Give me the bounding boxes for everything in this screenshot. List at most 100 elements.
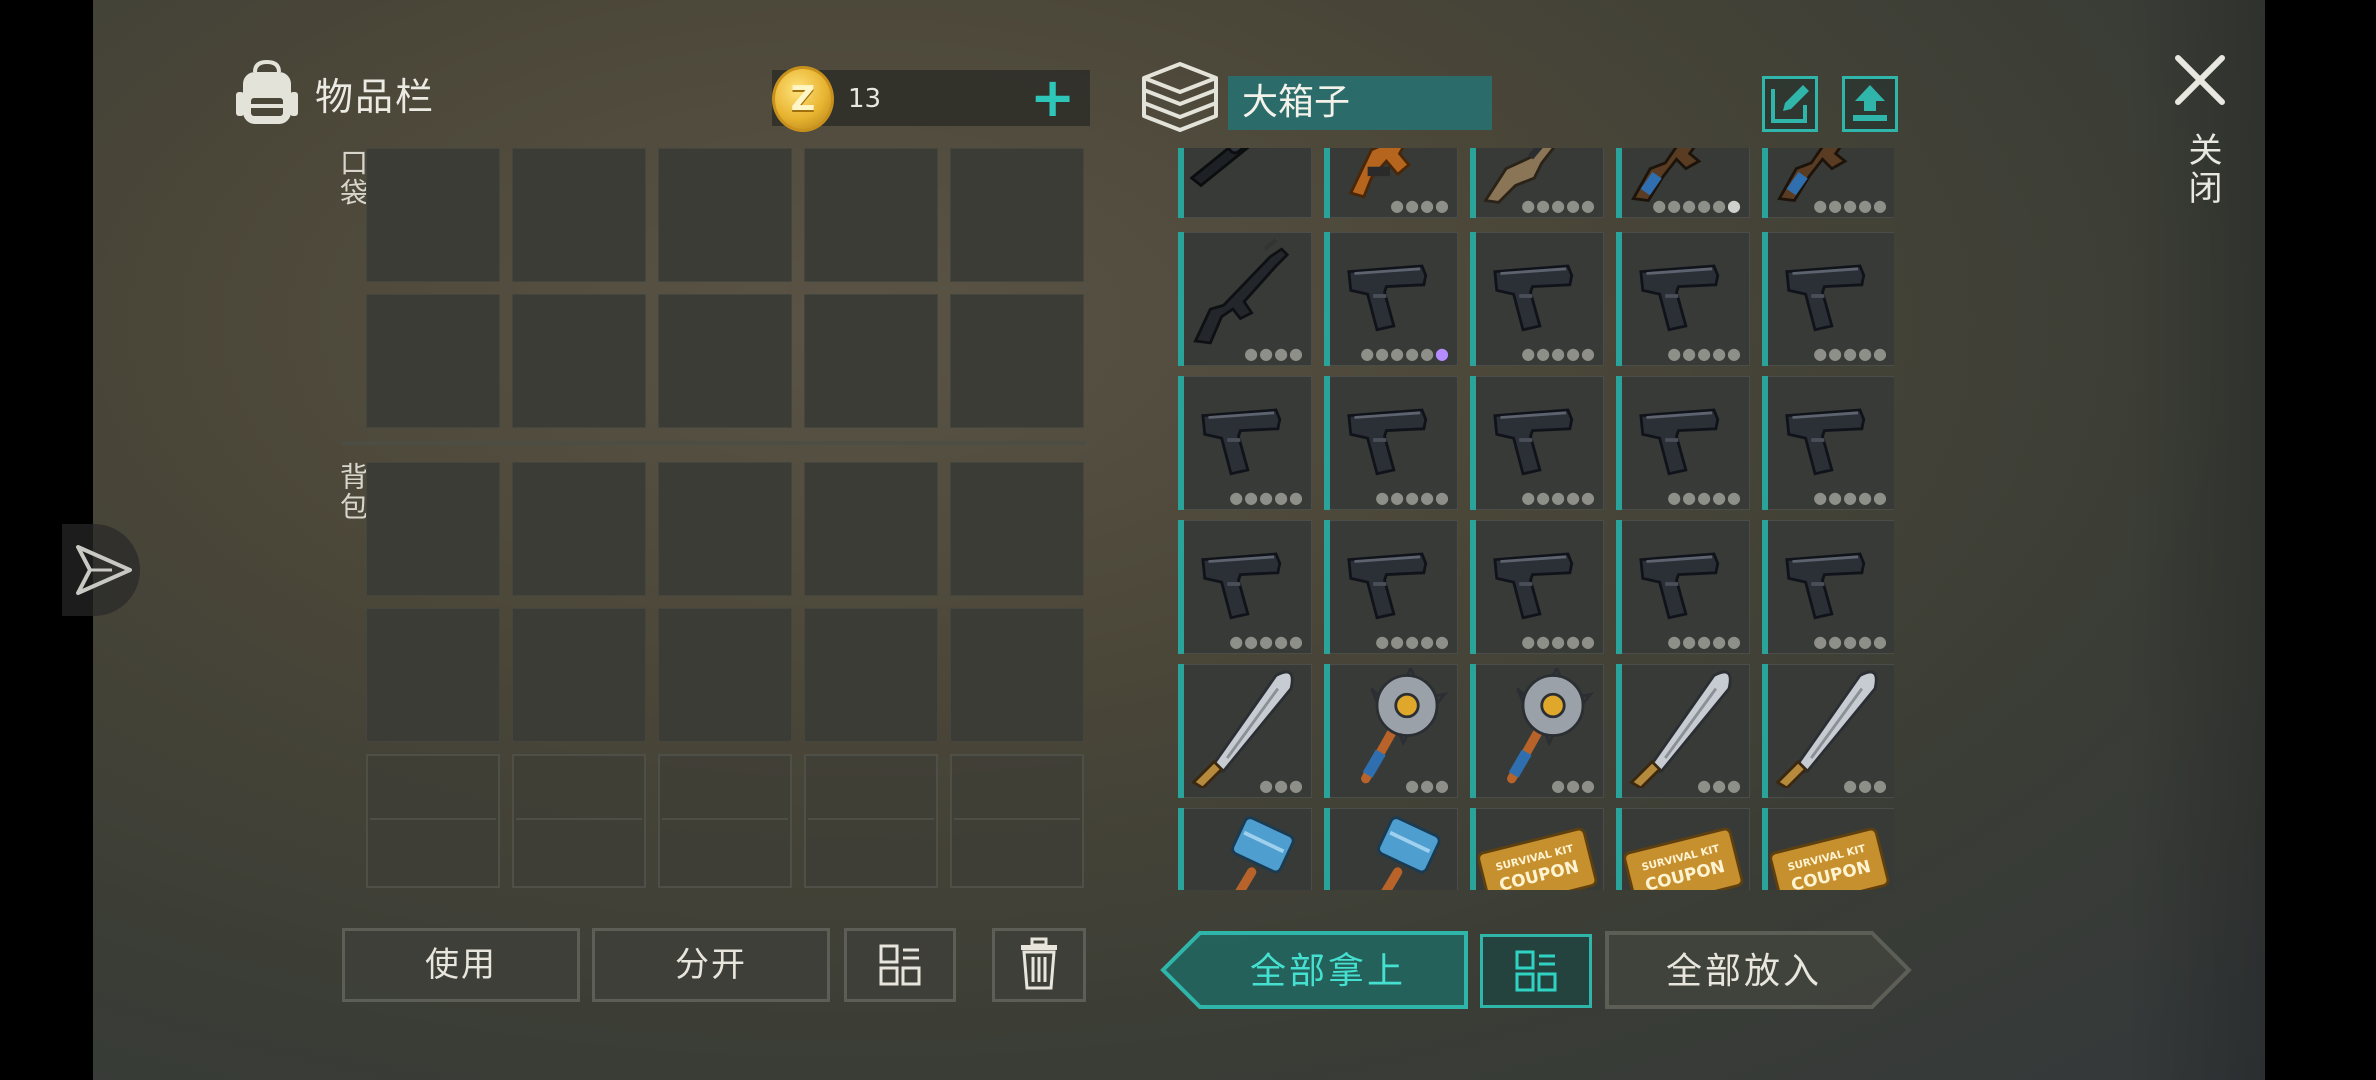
storage-slot[interactable]: ●●●●● xyxy=(1616,232,1750,366)
storage-slot[interactable]: ●●● xyxy=(1178,664,1312,798)
storage-slot[interactable]: ●●●● xyxy=(1178,232,1312,366)
storage-slot[interactable]: ●●●●● xyxy=(1470,376,1604,510)
grid-sort-icon xyxy=(879,944,921,986)
survival-kit-coupon-icon: SURVIVAL KITCOUPON xyxy=(1770,827,1890,890)
pocket-slot[interactable] xyxy=(804,294,938,428)
storage-slot[interactable] xyxy=(1178,808,1312,890)
locked-slot[interactable] xyxy=(804,754,938,888)
take-all-button[interactable]: 全部拿上 xyxy=(1160,930,1470,1010)
pocket-slot[interactable] xyxy=(658,294,792,428)
storage-slot[interactable]: ●●● xyxy=(1762,664,1894,798)
durability-dots: ●●●●● xyxy=(1813,632,1888,651)
pistol-icon xyxy=(1347,264,1428,332)
durability-dots: ●●● xyxy=(1405,776,1450,795)
pistol-icon xyxy=(1493,552,1574,620)
use-button[interactable]: 使用 xyxy=(342,928,580,1002)
storage-slot[interactable]: ●●●●●● xyxy=(1616,148,1750,218)
durability-dots: ●●● xyxy=(1697,776,1742,795)
locked-slot[interactable] xyxy=(950,754,1084,888)
storage-slot[interactable]: ●●●●● xyxy=(1324,376,1458,510)
send-icon xyxy=(76,545,132,595)
durability-dots: ●●●●● xyxy=(1521,196,1596,215)
storage-slot[interactable]: ●●●●● xyxy=(1178,376,1312,510)
share-button[interactable] xyxy=(62,524,140,616)
storage-slot[interactable] xyxy=(1324,808,1458,890)
pistol-icon xyxy=(1201,408,1282,476)
pocket-slot[interactable] xyxy=(950,294,1084,428)
storage-slot[interactable]: ●●● xyxy=(1616,664,1750,798)
storage-slot[interactable]: ●●●●● xyxy=(1616,520,1750,654)
trash-icon xyxy=(1021,937,1057,990)
pocket-slot[interactable] xyxy=(366,294,500,428)
locked-slot[interactable] xyxy=(658,754,792,888)
sawblade-mace-icon xyxy=(1507,668,1595,784)
durability-dots: ●●●●● xyxy=(1375,488,1450,507)
backpack-slot[interactable] xyxy=(950,608,1084,742)
sawblade-mace-icon xyxy=(1361,668,1449,784)
storage-slot[interactable]: ●●●●● xyxy=(1762,148,1894,218)
storage-slot[interactable]: ●●●●●● xyxy=(1324,232,1458,366)
storage-slot[interactable]: ●●●●● xyxy=(1762,520,1894,654)
close-label[interactable]: 关闭 xyxy=(2178,132,2227,208)
storage-slot[interactable]: ●●●●● xyxy=(1178,520,1312,654)
pocket-slot[interactable] xyxy=(804,148,938,282)
storage-slot[interactable]: ●●●●● xyxy=(1470,148,1604,218)
durability-dots: ●●●●● xyxy=(1229,488,1304,507)
m16-rifle-icon xyxy=(1193,238,1290,345)
sort-storage-button[interactable] xyxy=(1480,934,1592,1008)
pocket-slot[interactable] xyxy=(950,148,1084,282)
backpack-slot[interactable] xyxy=(804,608,938,742)
storage-slot[interactable]: ●●●●● xyxy=(1324,520,1458,654)
storage-slot[interactable]: SURVIVAL KIT COUPON xyxy=(1616,808,1750,890)
locked-slot[interactable] xyxy=(366,754,500,888)
storage-slot[interactable]: ●●● xyxy=(1470,664,1604,798)
storage-box-icon xyxy=(1142,62,1218,132)
pistol-icon xyxy=(1785,552,1866,620)
upload-button[interactable] xyxy=(1842,76,1898,132)
pocket-slot[interactable] xyxy=(512,148,646,282)
add-coins-button[interactable]: + xyxy=(1030,70,1075,126)
storage-slot[interactable]: ●●●● xyxy=(1324,148,1458,218)
storage-name-field[interactable]: 大箱子 xyxy=(1228,76,1492,130)
rename-button[interactable] xyxy=(1762,76,1818,132)
storage-slot[interactable]: ●●●●● xyxy=(1762,376,1894,510)
backpack-slot[interactable] xyxy=(366,462,500,596)
split-button[interactable]: 分开 xyxy=(592,928,830,1002)
storage-slot[interactable]: ●●●●● xyxy=(1470,520,1604,654)
sort-inventory-button[interactable] xyxy=(844,928,956,1002)
inventory-header: 物品栏 xyxy=(233,58,435,128)
machete-icon xyxy=(1629,670,1732,788)
pistol-icon xyxy=(1785,264,1866,332)
section-divider xyxy=(342,441,1086,445)
storage-grid[interactable]: ●●●● ●●●●● ●●●●●● ●●●●● ●●●● ●●●●●● ●●●●● ●●●●●… xyxy=(1178,148,1894,890)
storage-slot[interactable] xyxy=(1178,148,1312,218)
pistol-icon xyxy=(1639,552,1720,620)
backpack-slot[interactable] xyxy=(804,462,938,596)
pocket-slot[interactable] xyxy=(366,148,500,282)
durability-dots: ●●●●● xyxy=(1813,196,1888,215)
close-icon[interactable] xyxy=(2168,48,2232,112)
backpack-slot[interactable] xyxy=(512,608,646,742)
survival-kit-coupon-icon: SURVIVAL KITCOUPON xyxy=(1478,827,1598,890)
backpack-slot[interactable] xyxy=(658,462,792,596)
storage-slot[interactable]: ●●●●● xyxy=(1616,376,1750,510)
pocket-slot[interactable] xyxy=(512,294,646,428)
sledgehammer-icon xyxy=(1231,816,1295,890)
backpack-slot[interactable] xyxy=(366,608,500,742)
storage-slot[interactable]: SURVIVAL KIT COUPON xyxy=(1470,808,1604,890)
backpack-slot[interactable] xyxy=(658,608,792,742)
put-all-button[interactable]: 全部放入 xyxy=(1604,930,1912,1010)
storage-slot[interactable]: ●●● xyxy=(1324,664,1458,798)
storage-slot[interactable]: ●●●●● xyxy=(1762,232,1894,366)
pistol-icon xyxy=(1639,264,1720,332)
machete-icon xyxy=(1191,670,1294,788)
locked-slot[interactable] xyxy=(512,754,646,888)
backpack-slot[interactable] xyxy=(950,462,1084,596)
delete-button[interactable] xyxy=(992,928,1086,1002)
pistol-icon xyxy=(1493,408,1574,476)
backpack-slot[interactable] xyxy=(512,462,646,596)
pocket-slot[interactable] xyxy=(658,148,792,282)
storage-slot[interactable]: ●●●●● xyxy=(1470,232,1604,366)
durability-dots: ●●●●● xyxy=(1229,632,1304,651)
storage-slot[interactable]: SURVIVAL KIT COUPON xyxy=(1762,808,1894,890)
